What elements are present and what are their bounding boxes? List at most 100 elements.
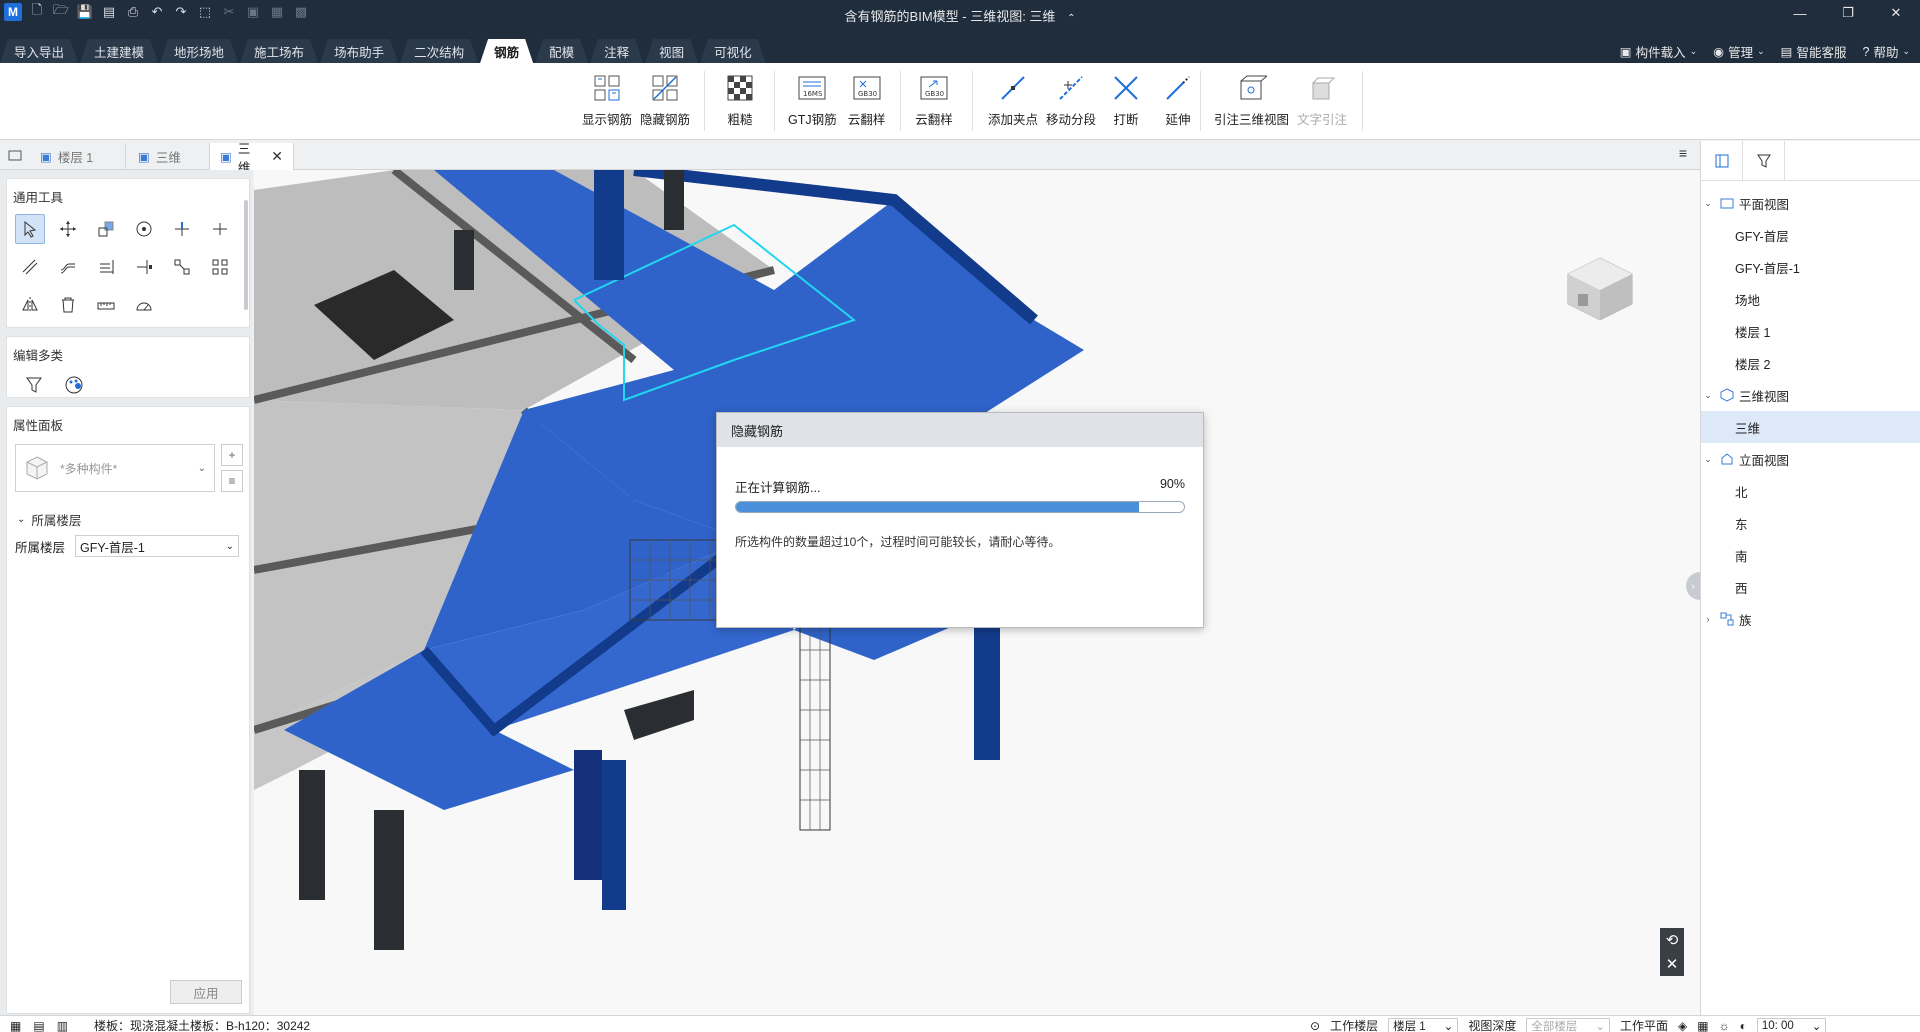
- work-floor-select[interactable]: 楼层 1 ⌄: [1388, 1018, 1459, 1032]
- ribbon-tab[interactable]: 注释: [590, 39, 643, 63]
- split-tool-icon[interactable]: [205, 214, 235, 244]
- work-plane-icon[interactable]: ◈: [1678, 1019, 1687, 1032]
- sun-icon[interactable]: ☼: [1719, 1019, 1730, 1032]
- tree-item[interactable]: GFY-首层: [1701, 219, 1920, 251]
- select-tool-icon[interactable]: [15, 214, 45, 244]
- move-tool-icon[interactable]: [53, 214, 83, 244]
- cloud-sample-button-1[interactable]: GB30 云翻样: [841, 73, 893, 128]
- trim-tool-icon[interactable]: [167, 214, 197, 244]
- filter-icon[interactable]: [1743, 141, 1785, 181]
- rotate-tool-icon[interactable]: [129, 214, 159, 244]
- close-window-icon[interactable]: ✕: [1872, 0, 1920, 26]
- layout-icon[interactable]: ▥: [57, 1019, 68, 1032]
- ribbon-tab[interactable]: 二次结构: [400, 39, 478, 63]
- ribbon-tab[interactable]: 施工场布: [240, 39, 318, 63]
- tree-families[interactable]: › 族: [1701, 603, 1920, 635]
- grid-icon[interactable]: ▦: [1697, 1019, 1708, 1032]
- ribbon-tab[interactable]: 可视化: [700, 39, 766, 63]
- chevron-down-icon[interactable]: ⌄: [1701, 454, 1715, 465]
- layout-icon[interactable]: ▦: [10, 1019, 21, 1032]
- ribbon-tab[interactable]: 土建建模: [80, 39, 158, 63]
- hide-rebar-button[interactable]: 隐藏钢筋: [636, 73, 694, 128]
- angle-measure-icon[interactable]: [129, 290, 159, 320]
- measure-icon[interactable]: [91, 290, 121, 320]
- gtj-rebar-button[interactable]: 16MS GTJ钢筋: [784, 73, 841, 128]
- tree-item[interactable]: 楼层 1: [1701, 315, 1920, 347]
- doc-tab-3d-2[interactable]: ▣ 三维 ✕: [210, 142, 294, 175]
- extend-button[interactable]: 延伸: [1152, 73, 1204, 128]
- ribbon-tab[interactable]: 导入导出: [0, 39, 78, 63]
- tree-item[interactable]: 东: [1701, 507, 1920, 539]
- move-segment-button[interactable]: 移动分段: [1042, 73, 1100, 128]
- rough-button[interactable]: 粗糙: [714, 73, 766, 128]
- window-list-icon[interactable]: [8, 148, 22, 162]
- offset-tool-icon[interactable]: [15, 252, 45, 282]
- maximize-icon[interactable]: ❐: [1824, 0, 1872, 26]
- project-browser: ⌄ 平面视图 GFY-首层 GFY-首层-1 场地 楼层 1 楼层 2 ⌄ 三维视图 三…: [1700, 141, 1920, 1015]
- filter-icon[interactable]: [19, 370, 49, 400]
- layout-icon[interactable]: ▤: [33, 1019, 44, 1032]
- service-menu[interactable]: ▤ 智能客服: [1781, 42, 1847, 61]
- manage-menu[interactable]: ◉ 管理 ⌄: [1713, 42, 1764, 61]
- view-depth-select[interactable]: 全部楼层 ⌄: [1526, 1018, 1610, 1032]
- view-cube-icon[interactable]: [1560, 250, 1640, 330]
- delete-icon[interactable]: [53, 290, 83, 320]
- tree-label: 东: [1735, 517, 1748, 532]
- edit-multi-tools: [7, 368, 249, 402]
- doc-tab-3d-1[interactable]: ▣ 三维: [128, 143, 210, 170]
- chevron-right-icon[interactable]: ›: [1701, 614, 1715, 624]
- ribbon-right-menu: ▣ 构件载入 ⌄ ◉ 管理 ⌄ ▤ 智能客服 ? 帮助 ⌄: [1620, 42, 1910, 61]
- ribbon-tab[interactable]: 钢筋: [480, 39, 533, 63]
- ribbon-tab[interactable]: 地形场地: [160, 39, 238, 63]
- close-tab-icon[interactable]: ✕: [271, 148, 283, 165]
- tree-plan-views[interactable]: ⌄ 平面视图: [1701, 187, 1920, 219]
- chevron-down-icon[interactable]: ⌄: [1701, 198, 1715, 209]
- trim-extend-icon[interactable]: [129, 252, 159, 282]
- tree-3d-views[interactable]: ⌄ 三维视图: [1701, 379, 1920, 411]
- ribbon-separator: [900, 71, 901, 131]
- group-tool-icon[interactable]: [205, 252, 235, 282]
- tree-item[interactable]: 南: [1701, 539, 1920, 571]
- tree-item[interactable]: GFY-首层-1: [1701, 251, 1920, 283]
- snap-icon[interactable]: ⊙: [1310, 1019, 1320, 1032]
- show-rebar-button[interactable]: 显示钢筋: [578, 73, 636, 128]
- tab-menu-icon[interactable]: ≡: [1672, 145, 1694, 165]
- panel-layout-icon[interactable]: [1701, 141, 1743, 181]
- tree-item-3d[interactable]: 三维: [1701, 411, 1920, 443]
- component-load-menu[interactable]: ▣ 构件载入 ⌄: [1620, 42, 1697, 61]
- add-pinch-button[interactable]: 添加夹点: [984, 73, 1042, 128]
- time-select[interactable]: 10: 00 ⌄: [1756, 1018, 1827, 1032]
- palette-icon[interactable]: [59, 370, 89, 400]
- type-list-icon[interactable]: ≡: [221, 470, 243, 492]
- minimize-icon[interactable]: —: [1776, 0, 1824, 26]
- ribbon-tab[interactable]: 场布助手: [320, 39, 398, 63]
- add-type-icon[interactable]: +: [221, 444, 243, 466]
- shadow-icon[interactable]: ◐: [1740, 1019, 1747, 1032]
- ribbon-tab[interactable]: 视图: [645, 39, 698, 63]
- tools-scrollbar[interactable]: [244, 200, 248, 310]
- floor-group-row[interactable]: ⌄ 所属楼层: [7, 498, 249, 535]
- copy-tool-icon[interactable]: [91, 214, 121, 244]
- doc-tab-floor1[interactable]: ▣ 楼层 1: [30, 143, 126, 170]
- extend-tool-icon[interactable]: [91, 252, 121, 282]
- help-menu[interactable]: ? 帮助 ⌄: [1862, 42, 1910, 61]
- component-type-select[interactable]: *多种构件* ⌄: [15, 444, 215, 492]
- tree-item[interactable]: 场地: [1701, 283, 1920, 315]
- mirror-tool-icon[interactable]: [15, 290, 45, 320]
- align-tool-icon[interactable]: [53, 252, 83, 282]
- tree-elevations[interactable]: ⌄ 立面视图: [1701, 443, 1920, 475]
- floor-select[interactable]: GFY-首层-1 ⌄: [75, 535, 240, 557]
- tree-item[interactable]: 北: [1701, 475, 1920, 507]
- title-dropdown-icon[interactable]: ⌃: [1067, 13, 1075, 24]
- annotate-3d-button[interactable]: 引注三维视图: [1210, 73, 1293, 128]
- ribbon-tab[interactable]: 配模: [535, 39, 588, 63]
- chevron-down-icon[interactable]: ⌄: [1701, 390, 1715, 401]
- array-tool-icon[interactable]: [167, 252, 197, 282]
- reset-view-icon[interactable]: ⟲: [1666, 931, 1679, 949]
- close-nav-icon[interactable]: ✕: [1666, 955, 1679, 973]
- apply-button[interactable]: 应用: [170, 980, 242, 1004]
- break-button[interactable]: 打断: [1100, 73, 1152, 128]
- tree-item[interactable]: 西: [1701, 571, 1920, 603]
- tree-item[interactable]: 楼层 2: [1701, 347, 1920, 379]
- cloud-sample-button-2[interactable]: GB30 云翻样: [908, 73, 960, 128]
